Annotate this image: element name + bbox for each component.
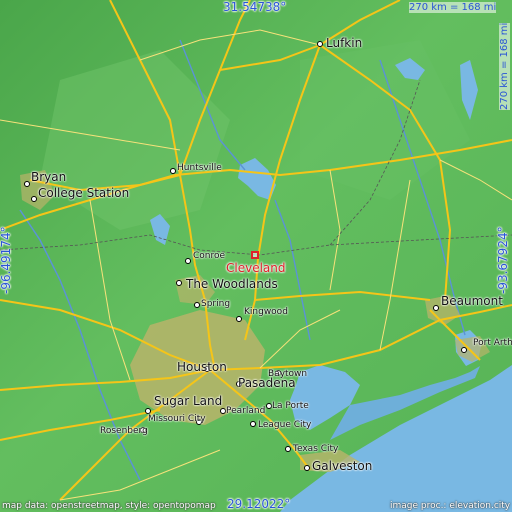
scale-vertical: 270 km = 168 mi: [499, 22, 510, 110]
coord-east: -93.67924°: [496, 226, 510, 294]
label-pearland: Pearland: [226, 406, 266, 416]
label-bryan: Bryan: [31, 170, 67, 184]
label-lufkin: Lufkin: [326, 36, 363, 50]
label-spring: Spring: [201, 299, 231, 309]
city-dot-bryan: [24, 181, 30, 187]
map-view[interactable]: Lufkin Bryan College Station Huntsville …: [0, 0, 512, 512]
label-port-arthur: Port Arth: [473, 338, 512, 348]
label-galveston: Galveston: [312, 459, 373, 473]
scale-horizontal: 270 km = 168 mi: [409, 2, 497, 13]
city-dot-lufkin: [317, 41, 323, 47]
label-huntsville: Huntsville: [177, 163, 222, 173]
city-dot-kingwood: [236, 316, 242, 322]
label-sugar-land: Sugar Land: [154, 394, 223, 408]
attribution-right: image proc.: elevation.city: [390, 501, 511, 511]
city-dot-port-arthur: [461, 347, 467, 353]
label-conroe: Conroe: [193, 251, 226, 261]
coord-west: -96.49174°: [0, 226, 13, 294]
coord-north: 31.54738°: [223, 0, 287, 14]
city-dot-beaumont: [433, 305, 439, 311]
city-dot-league-city: [250, 421, 256, 427]
label-the-woodlands: The Woodlands: [186, 277, 278, 291]
city-dot-huntsville: [170, 168, 176, 174]
city-dot-conroe: [185, 258, 191, 264]
label-beaumont: Beaumont: [441, 294, 503, 308]
label-houston: Houston: [177, 360, 227, 374]
city-dot-spring: [194, 302, 200, 308]
label-texas-city: Texas City: [293, 444, 339, 454]
label-kingwood: Kingwood: [244, 307, 288, 317]
label-cleveland: Cleveland: [226, 261, 286, 275]
city-dot-texas-city: [285, 446, 291, 452]
label-league-city: League City: [258, 420, 312, 430]
label-college-station: College Station: [38, 186, 130, 200]
city-dot-galveston: [304, 465, 310, 471]
coord-south: 29.12022°: [227, 497, 291, 511]
label-missouri-city: Missouri City: [148, 414, 206, 424]
city-dot-college-station: [31, 196, 37, 202]
label-la-porte: La Porte: [272, 401, 309, 411]
highlight-marker[interactable]: [251, 251, 259, 259]
attribution-left: map data: openstreetmap, style: opentopo…: [2, 501, 216, 511]
label-rosenberg: Rosenberg: [100, 426, 148, 436]
label-pasadena: Pasadena: [238, 376, 296, 390]
city-dot-the-woodlands: [176, 280, 182, 286]
